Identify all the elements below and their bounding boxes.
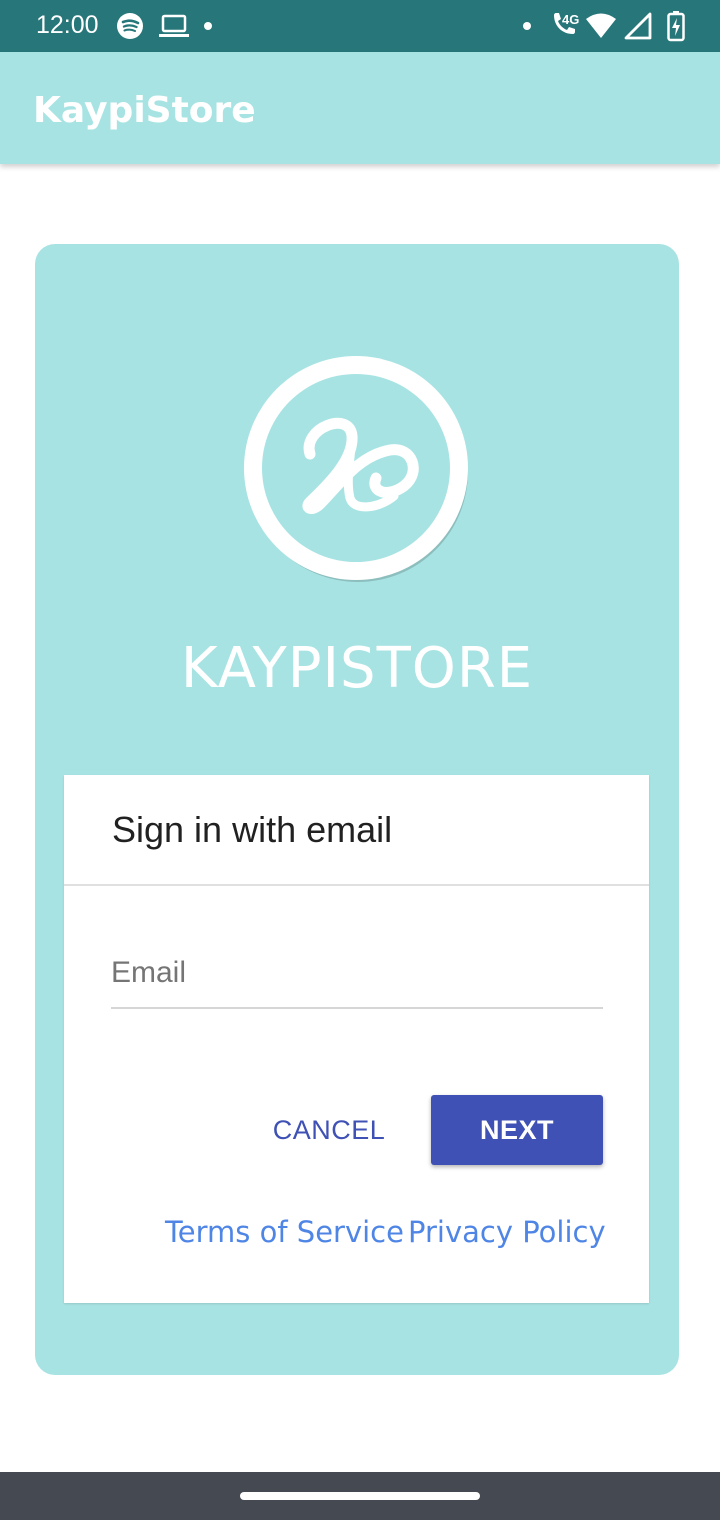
sign-in-panel: Sign in with email CANCEL NEXT Terms of … xyxy=(64,775,649,1303)
panel-divider xyxy=(64,884,649,886)
laptop-icon xyxy=(159,14,189,37)
sign-in-card: KAYPISTORE Sign in with email CANCEL NEX… xyxy=(35,244,679,1375)
spotify-icon xyxy=(117,13,143,39)
cell-signal-icon xyxy=(624,12,652,40)
brand-name: KAYPISTORE xyxy=(180,636,534,701)
app-bar: KaypiStore xyxy=(0,52,720,164)
navigation-bar xyxy=(0,1472,720,1520)
app-title: KaypiStore xyxy=(33,90,256,131)
cancel-button[interactable]: CANCEL xyxy=(264,1095,394,1165)
kaypistore-logo xyxy=(244,356,468,582)
wifi-icon xyxy=(586,13,616,38)
notification-dot-icon xyxy=(204,22,212,30)
next-button[interactable]: NEXT xyxy=(431,1095,603,1165)
terms-of-service-link[interactable]: Terms of Service xyxy=(165,1215,404,1249)
battery-charging-icon xyxy=(667,11,685,42)
panel-title: Sign in with email xyxy=(112,809,393,850)
status-time: 12:00 xyxy=(36,11,99,39)
notification-dot-icon xyxy=(523,22,531,30)
network-type-label: 4G xyxy=(562,12,580,27)
email-field[interactable] xyxy=(111,945,603,1009)
privacy-policy-link[interactable]: Privacy Policy xyxy=(408,1215,606,1249)
home-gesture-handle[interactable] xyxy=(240,1492,480,1500)
status-bar: 12:00 4G xyxy=(0,0,720,52)
